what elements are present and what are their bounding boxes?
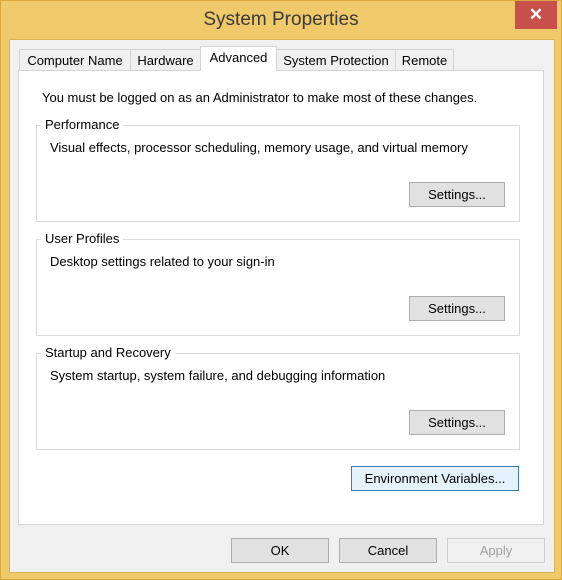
window-title: System Properties bbox=[203, 9, 359, 30]
group-label: Startup and Recovery bbox=[41, 345, 175, 360]
performance-settings-button[interactable]: Settings... bbox=[409, 182, 505, 207]
group-label: Performance bbox=[41, 117, 124, 132]
tab-remote[interactable]: Remote bbox=[395, 49, 454, 71]
apply-button[interactable]: Apply bbox=[447, 538, 545, 563]
admin-notice: You must be logged on as an Administrato… bbox=[42, 90, 478, 105]
tab-computer-name[interactable]: Computer Name bbox=[19, 49, 131, 71]
performance-group: Performance Visual effects, processor sc… bbox=[36, 117, 520, 222]
startup-recovery-settings-button[interactable]: Settings... bbox=[409, 410, 505, 435]
user-profiles-group: User Profiles Desktop settings related t… bbox=[36, 231, 520, 336]
group-description: Desktop settings related to your sign-in bbox=[50, 254, 275, 269]
user-profiles-settings-button[interactable]: Settings... bbox=[409, 296, 505, 321]
system-properties-window: System Properties ✕ Computer Name Hardwa… bbox=[0, 0, 562, 580]
group-description: System startup, system failure, and debu… bbox=[50, 368, 386, 383]
startup-recovery-group: Startup and Recovery System startup, sys… bbox=[36, 345, 520, 450]
tab-advanced[interactable]: Advanced bbox=[200, 46, 277, 71]
tab-system-protection[interactable]: System Protection bbox=[276, 49, 396, 71]
group-label: User Profiles bbox=[41, 231, 124, 246]
cancel-button[interactable]: Cancel bbox=[339, 538, 437, 563]
group-description: Visual effects, processor scheduling, me… bbox=[50, 140, 468, 155]
environment-variables-button[interactable]: Environment Variables... bbox=[351, 466, 519, 491]
close-icon[interactable]: ✕ bbox=[515, 1, 557, 29]
tab-hardware[interactable]: Hardware bbox=[130, 49, 201, 71]
ok-button[interactable]: OK bbox=[231, 538, 329, 563]
